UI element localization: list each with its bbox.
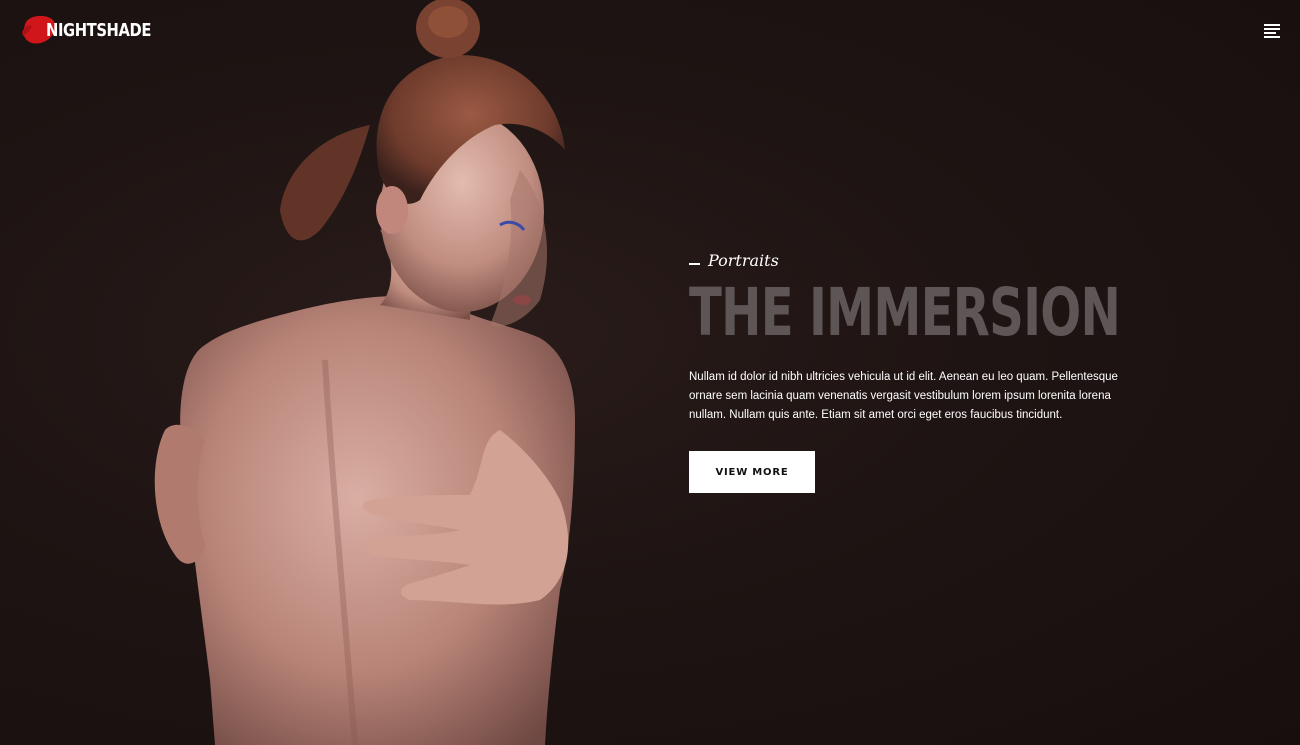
portrait-photo <box>0 0 680 745</box>
brand-name: NIGHTSHADE <box>46 19 152 41</box>
view-more-button[interactable]: VIEW MORE <box>689 451 815 493</box>
dash-divider <box>689 263 700 265</box>
hero-slide: NIGHTSHADE Portraits THE IMMERSION Nulla… <box>0 0 1300 745</box>
category-text: Portraits <box>708 250 779 270</box>
hero-content: Portraits THE IMMERSION Nullam id dolor … <box>689 248 1159 493</box>
hamburger-menu-icon[interactable] <box>1264 24 1280 38</box>
site-logo[interactable]: NIGHTSHADE <box>20 12 174 48</box>
category-label: Portraits <box>689 248 1159 272</box>
hero-description: Nullam id dolor id nibh ultricies vehicu… <box>689 371 1118 421</box>
hero-title: THE IMMERSION <box>689 274 1121 351</box>
